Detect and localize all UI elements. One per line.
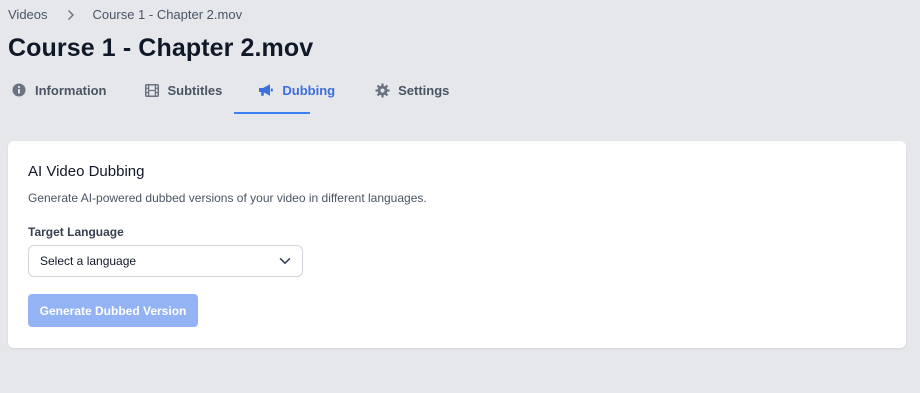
tab-information-label: Information (35, 82, 107, 98)
tab-bar: Information Subtitles Dubbing Settings (8, 74, 452, 115)
tab-settings[interactable]: Settings (371, 74, 452, 106)
chevron-right-icon (67, 9, 75, 20)
gear-icon (374, 82, 390, 98)
target-language-label: Target Language (28, 225, 124, 239)
breadcrumb-videos-link[interactable]: Videos (8, 7, 48, 22)
tab-settings-label: Settings (398, 82, 450, 98)
video-detail-page: Videos Course 1 - Chapter 2.mov Course 1… (0, 0, 920, 393)
dubbing-card: AI Video Dubbing Generate AI-powered dub… (8, 141, 906, 348)
tab-subtitles[interactable]: Subtitles (141, 74, 226, 106)
page-title: Course 1 - Chapter 2.mov (8, 34, 314, 62)
breadcrumb-current: Course 1 - Chapter 2.mov (92, 7, 243, 22)
breadcrumb: Videos Course 1 - Chapter 2.mov (8, 7, 242, 22)
active-tab-indicator (234, 112, 310, 114)
generate-dubbed-version-button[interactable]: Generate Dubbed Version (28, 294, 198, 327)
tab-dubbing[interactable]: Dubbing (255, 74, 338, 106)
film-icon (144, 82, 160, 98)
tab-information[interactable]: Information (8, 74, 110, 106)
chevron-down-icon (278, 254, 292, 268)
card-description: Generate AI-powered dubbed versions of y… (28, 191, 427, 205)
target-language-select[interactable]: Select a language (28, 245, 303, 277)
tab-subtitles-label: Subtitles (167, 82, 223, 98)
info-circle-icon (11, 82, 27, 98)
megaphone-icon (258, 82, 274, 98)
card-title: AI Video Dubbing (28, 163, 145, 180)
tab-dubbing-label: Dubbing (282, 82, 336, 98)
target-language-value: Select a language (40, 254, 137, 268)
